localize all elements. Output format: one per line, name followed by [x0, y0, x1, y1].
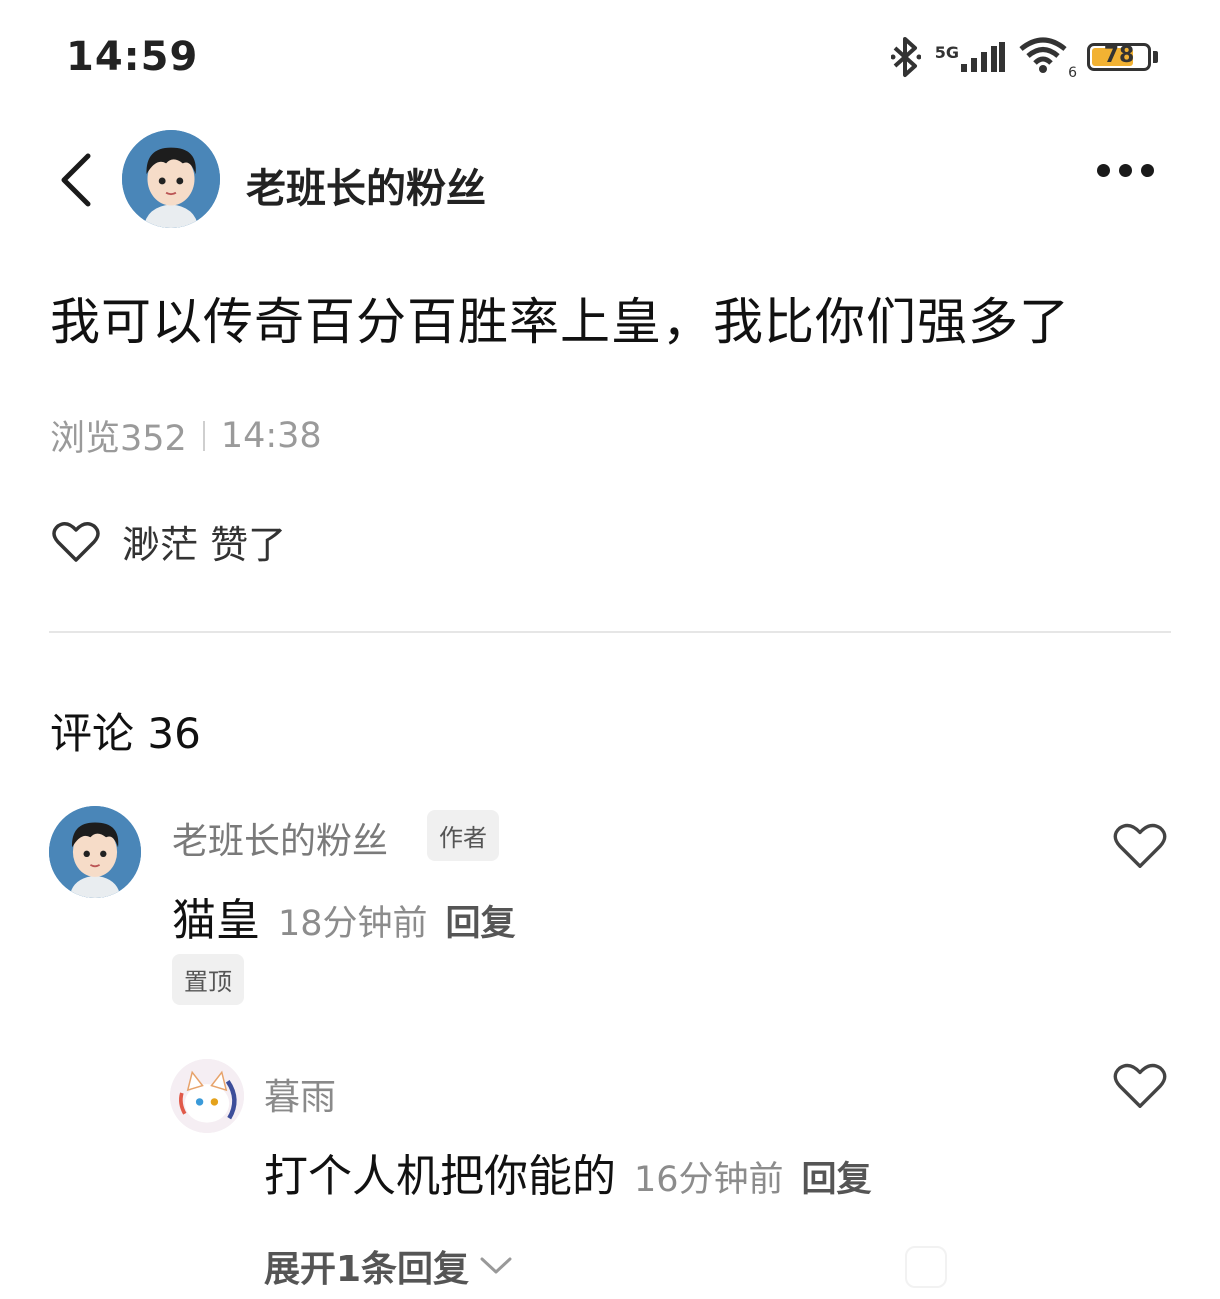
back-chevron-icon[interactable]: [54, 152, 104, 208]
battery-icon: 78: [1087, 43, 1151, 71]
meta-separator: [202, 420, 205, 451]
author-badge: 作者: [427, 810, 499, 861]
wifi-index: 6: [1068, 65, 1077, 81]
view-count: 浏览352: [50, 419, 187, 459]
avatar-cartoon-boy-icon: [49, 806, 141, 898]
comment-author-name[interactable]: 老班长的粉丝: [172, 812, 388, 864]
post-text: 我可以传奇百分百胜率上皇，我比你们强多了: [50, 293, 1070, 351]
reply-like-heart-icon[interactable]: [1113, 1062, 1167, 1110]
comment-text: 猫皇: [172, 895, 260, 946]
comment-time: 18分钟前: [278, 904, 428, 944]
cellular-signal-icon: [961, 42, 1005, 72]
status-icons: 5G 6 78: [890, 36, 1158, 81]
like-text: 渺茫 赞了: [122, 523, 287, 567]
network-label: 5G: [934, 43, 959, 62]
header-author-name[interactable]: 老班长的粉丝: [246, 156, 486, 214]
comment-like-heart-icon[interactable]: [1113, 822, 1167, 870]
battery-level: 78: [1103, 43, 1135, 68]
comment-body: 猫皇 18分钟前 回复: [172, 884, 516, 948]
heart-icon[interactable]: [52, 521, 100, 563]
post-meta: 浏览352 14:38: [50, 410, 322, 461]
reply-button[interactable]: 回复: [446, 895, 516, 946]
bluetooth-icon: [890, 37, 921, 77]
author-avatar[interactable]: [122, 130, 220, 228]
reply-body: 打个人机把你能的 16分钟前 回复: [264, 1140, 872, 1204]
avatar-cartoon-boy-icon: [122, 130, 220, 228]
reply-reply-button[interactable]: 回复: [802, 1151, 872, 1202]
reply-avatar[interactable]: [170, 1059, 244, 1133]
reply-time: 16分钟前: [634, 1160, 784, 1200]
post-time: 14:38: [220, 415, 322, 456]
wifi-icon: [1019, 37, 1067, 73]
status-time: 14:59: [66, 34, 199, 80]
reply-text: 打个人机把你能的: [264, 1151, 616, 1202]
battery-cap: [1153, 51, 1158, 63]
expand-label: 展开1条回复: [264, 1249, 470, 1290]
dot: [1097, 164, 1110, 177]
avatar-cartoon-cat-icon: [170, 1059, 244, 1133]
chevron-down-icon: [480, 1257, 512, 1274]
dot: [1141, 164, 1154, 177]
divider: [49, 631, 1171, 633]
comments-title: 评论 36: [50, 709, 201, 758]
dot: [1119, 164, 1132, 177]
like-row[interactable]: 渺茫 赞了: [52, 514, 286, 569]
more-dots-icon[interactable]: [1097, 164, 1154, 177]
reply-author-name[interactable]: 暮雨: [264, 1068, 336, 1120]
comment-avatar[interactable]: [49, 806, 141, 898]
faded-icon: [905, 1246, 947, 1288]
expand-replies-button[interactable]: 展开1条回复: [264, 1240, 513, 1292]
pinned-badge: 置顶: [172, 954, 244, 1005]
